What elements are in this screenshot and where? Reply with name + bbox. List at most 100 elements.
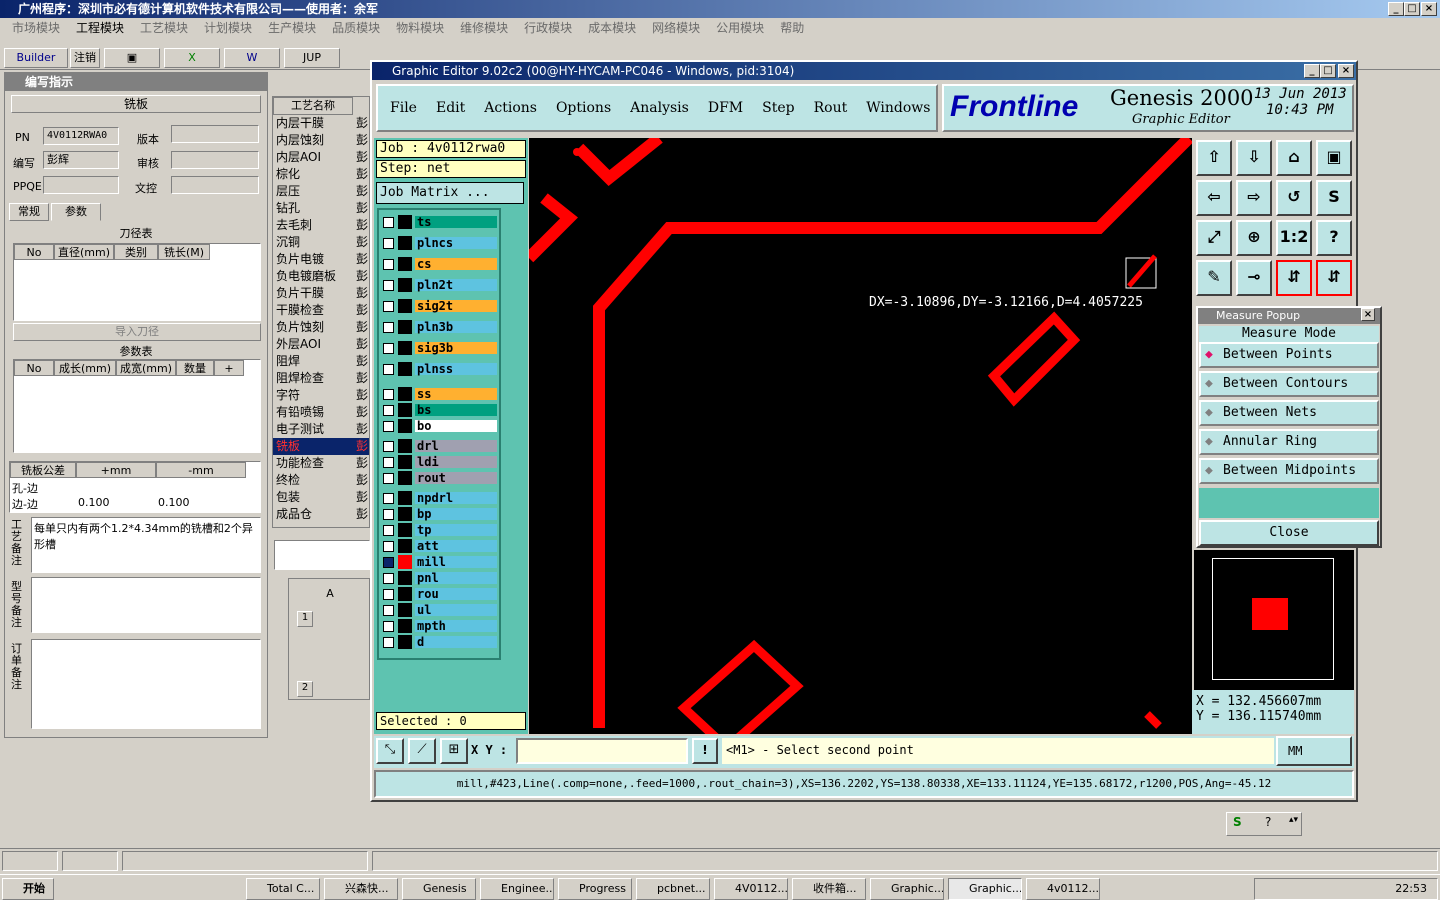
process-item[interactable]: 内层蚀刻 彭 <box>273 132 369 149</box>
ge-menu-edit[interactable]: Edit <box>436 100 465 116</box>
alert-icon[interactable]: ! <box>692 738 718 764</box>
layer-checkbox[interactable] <box>383 420 394 432</box>
layer-name[interactable]: cs <box>414 257 498 271</box>
spin-icon[interactable]: ▴▾ <box>1289 815 1298 825</box>
menu-item[interactable]: 成本模块 <box>580 18 644 38</box>
menu-item[interactable]: 生产模块 <box>260 18 324 38</box>
import-tool-button[interactable]: 导入刀径 <box>13 323 261 341</box>
jup-button[interactable]: JUP <box>284 48 340 68</box>
process-item[interactable]: 负电镀磨板 彭 <box>273 268 369 285</box>
center-icon[interactable]: ⊕ <box>1236 220 1272 256</box>
process-item[interactable]: 外层AOI 彭 <box>273 336 369 353</box>
layer-checkbox[interactable] <box>383 508 394 520</box>
layer-down-icon[interactable]: ⇵ <box>1316 260 1352 296</box>
process-item[interactable]: 内层AOI 彭 <box>273 149 369 166</box>
layer-name[interactable]: plnss <box>414 362 498 376</box>
process-item[interactable]: 内层干膜 彭 <box>273 115 369 132</box>
process-item[interactable]: 终检 彭 <box>273 472 369 489</box>
ge-menu-actions[interactable]: Actions <box>484 100 537 116</box>
layer-checkbox[interactable] <box>383 636 394 648</box>
layer-checkbox[interactable] <box>383 342 394 354</box>
layer-name[interactable]: ldi <box>414 455 498 469</box>
ge-maximize-button[interactable]: □ <box>1320 64 1336 78</box>
layer-checkbox[interactable] <box>383 279 394 291</box>
process-item[interactable]: 沉铜 彭 <box>273 234 369 251</box>
window-icon[interactable]: ▣ <box>1316 140 1352 176</box>
layer-up-icon[interactable]: ⇵ <box>1276 260 1312 296</box>
home-icon[interactable]: ⌂ <box>1276 140 1312 176</box>
layer-checkbox[interactable] <box>383 540 394 552</box>
layer-name[interactable]: mill <box>414 555 498 569</box>
tol-minus-value[interactable]: 0.100 <box>158 496 190 509</box>
move-left-icon[interactable]: ⇦ <box>1196 180 1232 216</box>
minimize-button[interactable]: _ <box>1388 2 1404 16</box>
layer-checkbox[interactable] <box>383 456 394 468</box>
layer-checkbox[interactable] <box>383 321 394 333</box>
grid-cell-2[interactable]: 2 <box>297 681 313 697</box>
snap-s-icon[interactable]: S <box>1316 180 1352 216</box>
layer-row[interactable]: pnl <box>380 571 498 585</box>
process-item[interactable]: 有铅喷锡 彭 <box>273 404 369 421</box>
snap-icon[interactable]: ⟋ <box>408 738 436 764</box>
layer-name[interactable]: drl <box>414 439 498 453</box>
layer-row[interactable]: ldi <box>380 455 498 469</box>
excel-icon[interactable]: X <box>164 48 220 68</box>
menu-item[interactable]: 市场模块 <box>4 18 68 38</box>
process-item[interactable]: 成品仓 彭 <box>273 506 369 523</box>
measure-option[interactable]: ◆ Between Midpoints <box>1199 458 1379 484</box>
process-item[interactable]: 功能检查 彭 <box>273 455 369 472</box>
probe-icon[interactable]: ⊸ <box>1236 260 1272 296</box>
layer-checkbox[interactable] <box>383 492 394 504</box>
taskbar-item[interactable]: Total C... <box>246 878 320 900</box>
menu-item[interactable]: 公用模块 <box>708 18 772 38</box>
layer-row[interactable]: bo <box>380 419 498 433</box>
layer-name[interactable]: npdrl <box>414 491 498 505</box>
layer-name[interactable]: rout <box>414 471 498 485</box>
layer-checkbox[interactable] <box>383 572 394 584</box>
menu-item[interactable]: 工艺模块 <box>132 18 196 38</box>
menu-item[interactable]: 计划模块 <box>196 18 260 38</box>
layer-checkbox[interactable] <box>383 472 394 484</box>
taskbar-item[interactable]: Graphic... <box>948 878 1022 900</box>
tab-general[interactable]: 常规 <box>9 203 49 221</box>
ge-menu-dfm[interactable]: DFM <box>708 100 743 116</box>
menu-item[interactable]: 帮助 <box>772 18 812 38</box>
help-icon[interactable]: ? <box>1265 815 1271 829</box>
layer-name[interactable]: ul <box>414 603 498 617</box>
close-button[interactable]: × <box>1421 2 1437 16</box>
edit-icon[interactable]: ✎ <box>1196 260 1232 296</box>
menu-item[interactable]: 工程模块 <box>68 18 132 38</box>
process-item[interactable]: 电子测试 彭 <box>273 421 369 438</box>
process-input[interactable] <box>274 540 370 570</box>
layer-row[interactable]: ul <box>380 603 498 617</box>
process-item[interactable]: 铣板 彭 <box>273 438 369 455</box>
layer-checkbox[interactable] <box>383 440 394 452</box>
layer-row[interactable]: drl <box>380 439 498 453</box>
layer-checkbox[interactable] <box>383 237 394 249</box>
layer-name[interactable]: ss <box>414 387 498 401</box>
builder-button[interactable]: Builder <box>4 48 68 68</box>
layer-row[interactable]: plnss <box>380 362 498 376</box>
layer-row[interactable]: tp <box>380 523 498 537</box>
maximize-button[interactable]: □ <box>1404 2 1420 16</box>
taskbar-item[interactable]: Progress <box>558 878 632 900</box>
job-matrix-button[interactable]: Job Matrix ... <box>376 182 524 204</box>
layer-name[interactable]: att <box>414 539 498 553</box>
layer-row[interactable]: pln2t <box>380 278 498 292</box>
layer-row[interactable]: bs <box>380 403 498 417</box>
taskbar-item[interactable]: pcbnet... <box>636 878 710 900</box>
ge-minimize-button[interactable]: _ <box>1304 64 1320 78</box>
layer-row[interactable]: bp <box>380 507 498 521</box>
doc-control-field[interactable] <box>171 176 259 194</box>
measure-option[interactable]: ◆ Between Points <box>1199 342 1379 368</box>
ge-menu-windows[interactable]: Windows <box>866 100 930 116</box>
layer-name[interactable]: mpth <box>414 619 498 633</box>
measure-close-icon[interactable]: × <box>1361 308 1375 321</box>
order-note-field[interactable] <box>31 639 261 729</box>
menu-item[interactable]: 维修模块 <box>452 18 516 38</box>
process-note-field[interactable]: 每单只内有两个1.2*4.34mm的铣槽和2个异形槽 <box>31 517 261 573</box>
export-icon[interactable]: ▣ <box>104 48 160 68</box>
zoom-ratio-icon[interactable]: 1:2 <box>1276 220 1312 256</box>
process-item[interactable]: 字符 彭 <box>273 387 369 404</box>
taskbar-item[interactable]: Enginee... <box>480 878 554 900</box>
